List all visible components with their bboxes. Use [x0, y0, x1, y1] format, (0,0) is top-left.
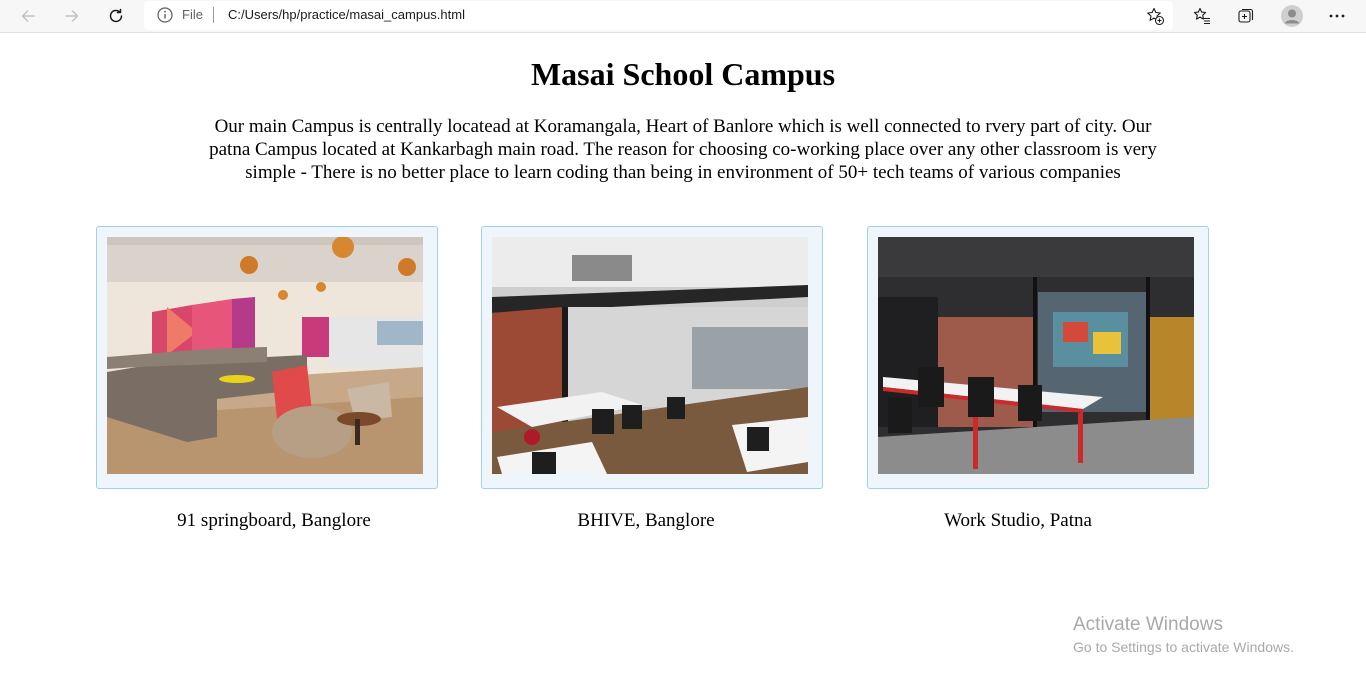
campus-caption: 91 springboard, Banglore	[177, 510, 371, 531]
star-add-icon[interactable]	[1145, 6, 1165, 26]
more-button[interactable]	[1322, 2, 1352, 30]
campus-photo-bhive	[492, 237, 808, 474]
collections-icon	[1238, 8, 1254, 23]
favorites-list-icon	[1193, 7, 1210, 25]
refresh-button[interactable]	[101, 2, 131, 30]
profile-button[interactable]	[1277, 2, 1307, 30]
scheme-label: File	[182, 7, 203, 22]
avatar-icon	[1281, 5, 1303, 27]
campus-card	[96, 226, 438, 489]
campus-photo-springboard	[107, 237, 423, 474]
intro-paragraph: Our main Campus is centrally locatead at…	[209, 116, 1157, 183]
more-icon	[1329, 14, 1345, 18]
collections-button[interactable]	[1231, 2, 1261, 30]
campus-card	[867, 226, 1209, 489]
browser-toolbar: File C:/Users/hp/practice/masai_campus.h…	[0, 0, 1366, 33]
campus-card	[481, 226, 823, 489]
page-title: Masai School Campus	[530, 56, 836, 92]
back-button[interactable]	[13, 2, 43, 30]
info-icon[interactable]	[156, 6, 174, 24]
refresh-icon	[109, 8, 123, 23]
forward-button[interactable]	[57, 2, 87, 30]
watermark-subtitle: Go to Settings to activate Windows.	[1073, 639, 1294, 655]
campus-caption: BHIVE, Banglore	[577, 510, 715, 531]
url-text[interactable]: C:/Users/hp/practice/masai_campus.html	[228, 7, 465, 22]
campus-caption: Work Studio, Patna	[944, 510, 1092, 531]
watermark-title: Activate Windows	[1073, 614, 1223, 635]
address-divider	[213, 7, 214, 23]
arrow-left-icon	[21, 10, 35, 22]
favorites-button[interactable]	[1187, 2, 1217, 30]
address-bar[interactable]: File C:/Users/hp/practice/masai_campus.h…	[144, 1, 1173, 30]
arrow-right-icon	[65, 10, 79, 22]
campus-photo-work-studio	[878, 237, 1194, 474]
windows-activation-watermark: Activate Windows Go to Settings to activ…	[1073, 614, 1294, 657]
